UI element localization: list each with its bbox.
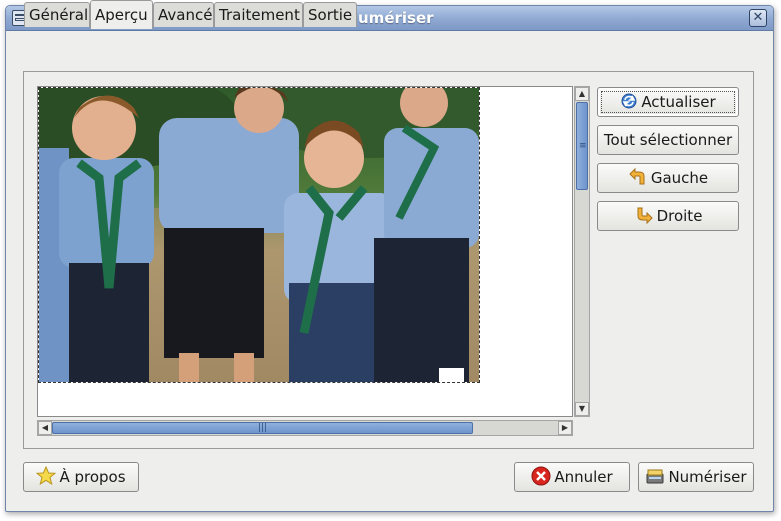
rotate-right-button[interactable]: Droite (597, 201, 739, 231)
star-icon (36, 465, 57, 485)
preview-horizontal-scrollbar[interactable]: ◀ ||| ▶ (37, 420, 573, 436)
rotate-left-label: Gauche (650, 169, 709, 187)
select-all-label: Tout sélectionner (603, 131, 733, 149)
scan-label: Numériser (668, 468, 747, 486)
tab-label: Traitement (219, 6, 300, 24)
vertical-scroll-thumb[interactable]: ≡ (576, 102, 588, 190)
scroll-up-button[interactable]: ▲ (575, 87, 589, 101)
scroll-left-button[interactable]: ◀ (38, 421, 52, 435)
rotate-right-icon (637, 207, 653, 224)
refresh-icon (621, 93, 637, 108)
scanned-photo (39, 88, 479, 382)
chevron-down-icon: ▼ (578, 404, 586, 413)
tab-label: Avancé (158, 6, 213, 24)
refresh-label: Actualiser (641, 93, 716, 111)
grip-icon: ||| (258, 423, 268, 433)
tab-avance[interactable]: Avancé (153, 2, 214, 27)
tab-sortie[interactable]: Sortie (303, 2, 357, 27)
about-label: À propos (59, 468, 126, 486)
rotate-right-label: Droite (656, 207, 703, 225)
preview-canvas[interactable] (37, 86, 573, 417)
scroll-down-button[interactable]: ▼ (575, 402, 589, 416)
tab-label: Sortie (308, 6, 353, 24)
about-button[interactable]: À propos (23, 462, 139, 492)
tab-label: Aperçu (95, 6, 148, 24)
tab-apercu[interactable]: Aperçu (90, 0, 153, 29)
tab-general[interactable]: Général (24, 2, 90, 27)
close-button[interactable]: ✕ (749, 9, 767, 27)
chevron-right-icon: ▶ (561, 423, 569, 432)
cancel-button[interactable]: Annuler (514, 462, 630, 492)
tab-traitement[interactable]: Traitement (214, 2, 303, 27)
rotate-left-button[interactable]: Gauche (597, 163, 739, 193)
scroll-right-button[interactable]: ▶ (558, 421, 572, 435)
refresh-button[interactable]: Actualiser (597, 87, 739, 117)
scan-button[interactable]: Numériser (638, 462, 754, 492)
rotate-left-icon (629, 167, 645, 184)
tab-label: Général (29, 6, 89, 24)
scanner-icon (646, 469, 664, 483)
cancel-label: Annuler (554, 468, 613, 486)
cancel-icon (531, 466, 551, 485)
select-all-button[interactable]: Tout sélectionner (597, 125, 739, 155)
chevron-up-icon: ▲ (578, 89, 586, 98)
horizontal-scroll-thumb[interactable]: ||| (52, 422, 473, 434)
preview-vertical-scrollbar[interactable]: ▲ ≡ ▼ (574, 86, 590, 417)
preview-image[interactable] (38, 87, 480, 383)
grip-icon: ≡ (579, 141, 587, 151)
chevron-left-icon: ◀ (41, 423, 49, 432)
close-icon: ✕ (752, 10, 764, 25)
